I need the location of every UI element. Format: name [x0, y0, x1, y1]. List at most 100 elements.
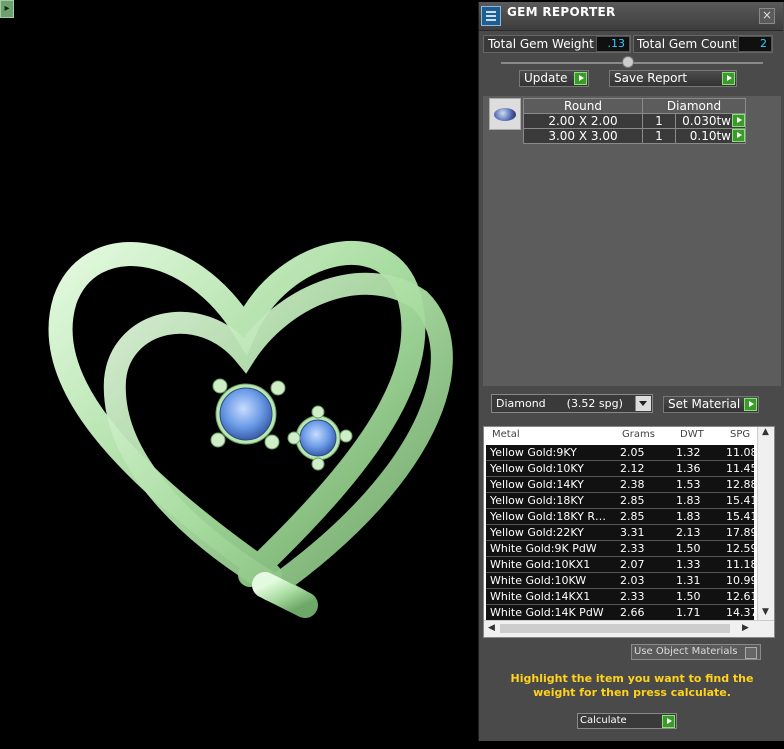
set-material-button[interactable]: Set Material: [663, 396, 759, 413]
metal-spg: 11.08: [726, 446, 756, 459]
metal-spg: 11.45: [726, 462, 756, 475]
gem-count: 1: [642, 113, 676, 129]
checkbox-icon[interactable]: [745, 647, 757, 659]
gem-weight-cell: 0.10tw: [675, 128, 746, 144]
metal-spg: 15.41: [726, 510, 756, 523]
gem-reporter-app-icon: [481, 6, 501, 26]
title-bar[interactable]: GEM REPORTER ×: [479, 2, 783, 31]
large-diamond: [210, 378, 286, 450]
metal-name: Yellow Gold:14KY: [490, 478, 584, 491]
metal-row[interactable]: Yellow Gold:18KY 2.85 1.83 15.41: [486, 493, 756, 509]
update-button[interactable]: Update: [519, 70, 589, 87]
gem-table: Round Diamond 2.00 X 2.00 1 0.030tw 3.00…: [523, 98, 746, 144]
metal-spg: 12.61: [726, 590, 756, 603]
metal-grams: 2.38: [620, 478, 645, 491]
metal-dwt: 1.83: [676, 510, 701, 523]
bail-tube: [252, 572, 318, 618]
metal-spg: 12.59: [726, 542, 756, 555]
metal-name: White Gold:14KX1: [490, 590, 591, 603]
metal-row[interactable]: Yellow Gold:10KY 2.12 1.36 11.45: [486, 461, 756, 477]
col-dwt: DWT: [680, 429, 704, 440]
round-diamond-icon: [489, 98, 521, 130]
metal-row[interactable]: White Gold:10KW 2.03 1.31 10.99: [486, 573, 756, 589]
material-select-value: Diamond (3.52 spg): [496, 397, 623, 410]
metal-grams: 2.03: [620, 574, 645, 587]
metal-name: White Gold:9K PdW: [490, 542, 597, 555]
metal-name: White Gold:10KX1: [490, 558, 591, 571]
close-icon[interactable]: ×: [759, 8, 775, 24]
metal-grams: 2.33: [620, 542, 645, 555]
scroll-right-icon[interactable]: ▶: [742, 623, 749, 633]
metal-name: Yellow Gold:10KY: [490, 462, 584, 475]
metal-name: White Gold:14K PdW: [490, 606, 604, 619]
metal-row[interactable]: White Gold:9K PdW 2.33 1.50 12.59: [486, 541, 756, 557]
metal-spg: 12.88: [726, 478, 756, 491]
panel-resize-slider-knob[interactable]: [622, 56, 634, 68]
vertical-scrollbar[interactable]: ▲ ▼: [757, 427, 774, 621]
metal-grams: 2.05: [620, 446, 645, 459]
metal-row[interactable]: White Gold:10KX1 2.07 1.33 11.18: [486, 557, 756, 573]
window-title: GEM REPORTER: [507, 5, 616, 19]
metal-name: Yellow Gold:18KY R…: [490, 510, 607, 523]
metal-rows: Yellow Gold:9KY 2.05 1.32 11.08 Yellow Gold:…: [486, 445, 756, 621]
metal-grams: 2.12: [620, 462, 645, 475]
chevron-down-icon[interactable]: [635, 396, 651, 411]
use-object-materials-label: Use Object Materials: [634, 646, 738, 657]
metal-row[interactable]: Yellow Gold:22KY 3.31 2.13 17.89: [486, 525, 756, 541]
col-metal: Metal: [492, 429, 520, 440]
metal-grams: 2.85: [620, 510, 645, 523]
instruction-text: Highlight the item you want to find the …: [510, 672, 754, 699]
metal-row[interactable]: Yellow Gold:18KY R… 2.85 1.83 15.41: [486, 509, 756, 525]
col-spg: SPG: [730, 429, 751, 440]
gem-row-arrow-icon[interactable]: [732, 129, 745, 142]
metal-spg: 17.89: [726, 526, 756, 539]
play-arrow-icon: [574, 72, 587, 85]
metal-name: Yellow Gold:18KY: [490, 494, 584, 507]
metal-grams: 2.66: [620, 606, 645, 619]
play-arrow-icon: [662, 715, 675, 728]
metal-dwt: 1.31: [676, 574, 701, 587]
gem-list-area: Round Diamond 2.00 X 2.00 1 0.030tw 3.00…: [483, 96, 781, 386]
total-gem-count-label: Total Gem Count: [637, 37, 737, 51]
metal-list-header: Metal Grams DWT SPG: [484, 427, 756, 443]
material-select[interactable]: Diamond (3.52 spg): [491, 394, 653, 413]
use-object-materials-toggle[interactable]: Use Object Materials: [631, 644, 761, 660]
gem-row[interactable]: 3.00 X 3.00 1 0.10tw: [523, 128, 746, 144]
gem-reporter-panel: GEM REPORTER × Total Gem Weight .13 Tota…: [478, 2, 784, 741]
gem-row[interactable]: 2.00 X 2.00 1 0.030tw: [523, 113, 746, 129]
gem-weight: 0.030tw: [682, 114, 731, 128]
scroll-down-icon[interactable]: ▼: [762, 607, 769, 617]
metal-row[interactable]: Yellow Gold:9KY 2.05 1.32 11.08: [486, 445, 756, 461]
total-gem-weight-field: Total Gem Weight .13: [483, 35, 631, 53]
update-button-label: Update: [524, 71, 568, 85]
horizontal-scrollbar[interactable]: ◀ ▶: [484, 620, 774, 637]
metal-row[interactable]: White Gold:14K PdW 2.66 1.71 14.37: [486, 605, 756, 621]
metal-dwt: 1.32: [676, 446, 701, 459]
gem-row-arrow-icon[interactable]: [732, 114, 745, 127]
metal-spg: 15.41: [726, 494, 756, 507]
total-gem-count-value: 2: [738, 36, 772, 52]
set-material-button-label: Set Material: [668, 397, 741, 411]
metal-dwt: 1.71: [676, 606, 701, 619]
scroll-left-icon[interactable]: ◀: [488, 623, 495, 633]
scroll-up-icon[interactable]: ▲: [762, 427, 769, 437]
metal-row[interactable]: White Gold:14KX1 2.33 1.50 12.61: [486, 589, 756, 605]
metal-weight-list[interactable]: Metal Grams DWT SPG Yellow Gold:9KY 2.05 1…: [483, 426, 775, 638]
3d-viewport[interactable]: ▸: [0, 0, 478, 749]
metal-spg: 14.37: [726, 606, 756, 619]
gem-material-header: Diamond: [642, 98, 746, 114]
play-arrow-icon: [722, 72, 735, 85]
gem-shape-header: Round: [523, 98, 643, 114]
metal-grams: 3.31: [620, 526, 645, 539]
total-gem-weight-label: Total Gem Weight: [488, 37, 594, 51]
metal-grams: 2.33: [620, 590, 645, 603]
metal-dwt: 1.83: [676, 494, 701, 507]
save-report-button[interactable]: Save Report: [609, 70, 737, 87]
horizontal-scroll-thumb[interactable]: [500, 624, 730, 633]
calculate-button[interactable]: Calculate: [577, 713, 677, 729]
col-grams: Grams: [622, 429, 655, 440]
gem-size: 3.00 X 3.00: [523, 128, 643, 144]
metal-row[interactable]: Yellow Gold:14KY 2.38 1.53 12.88: [486, 477, 756, 493]
total-gem-count-field: Total Gem Count 2: [633, 35, 773, 53]
gem-size: 2.00 X 2.00: [523, 113, 643, 129]
